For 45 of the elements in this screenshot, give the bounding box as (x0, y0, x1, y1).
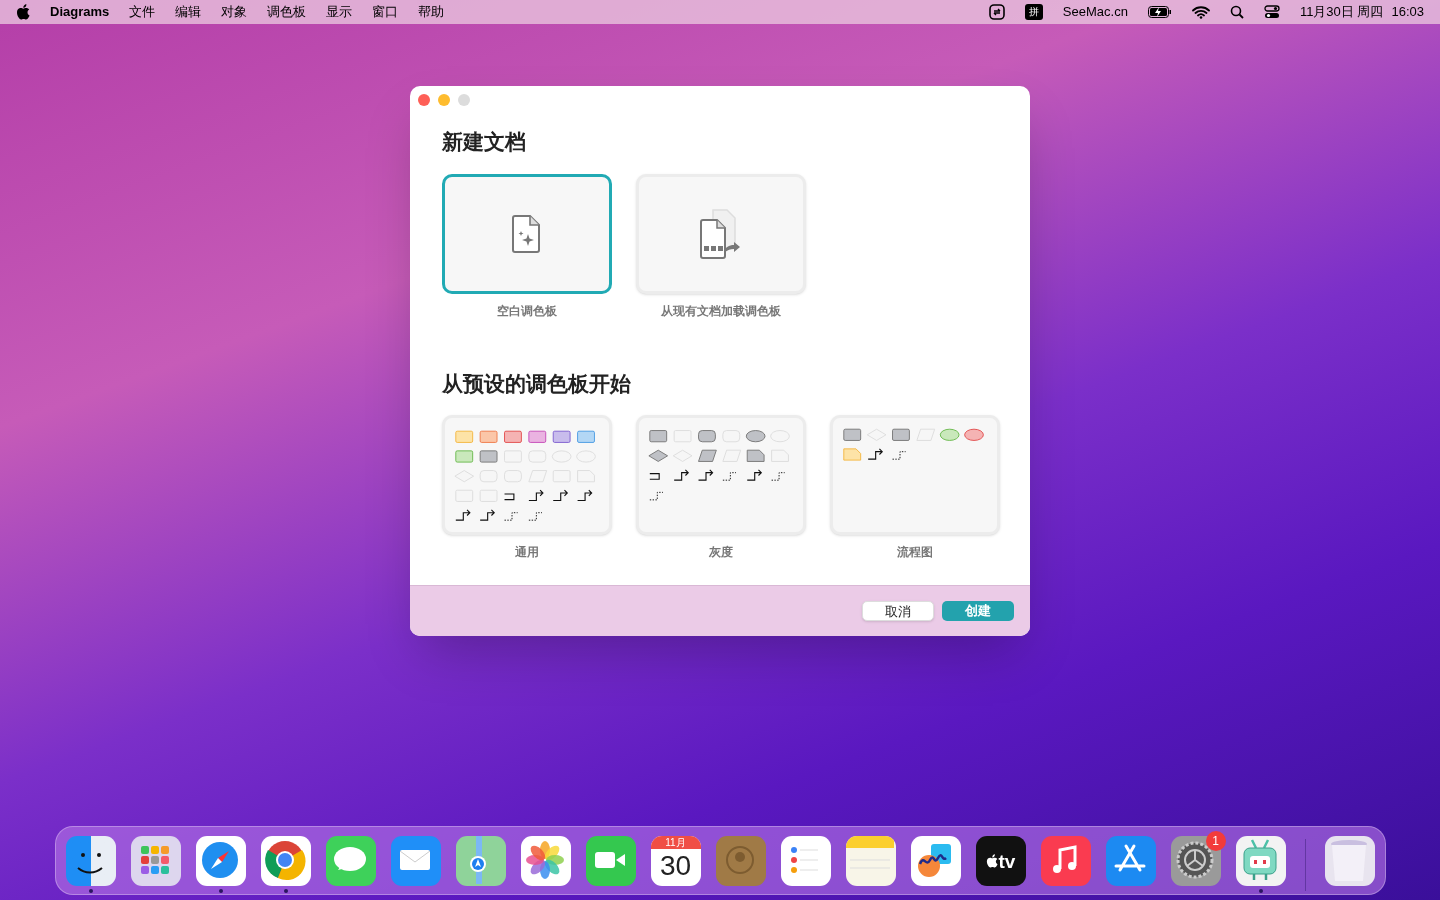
sync-status-icon[interactable] (988, 4, 1005, 20)
clock-date[interactable]: 11月30日 周四 16:03 (1299, 2, 1424, 22)
template-label: 通用 (515, 544, 539, 561)
wifi-icon[interactable] (1191, 5, 1210, 19)
dock-app-icon[interactable] (1170, 836, 1221, 886)
menu-item[interactable]: 显示 (326, 2, 353, 22)
dock-app-icon[interactable] (780, 836, 831, 886)
section-title: 从预设的调色板开始 (442, 370, 632, 397)
apple-logo-icon (985, 854, 998, 868)
menu-extra-text[interactable]: SeeMac.cn (1062, 2, 1128, 22)
calendar-day: 30 (659, 849, 692, 883)
section-title: 新建文档 (442, 129, 527, 155)
input-method-indicator[interactable]: 拼 (1024, 4, 1043, 20)
tv-label: tv (998, 851, 1016, 871)
dock-app-icon[interactable]: tv (975, 836, 1026, 886)
battery-charging-icon[interactable] (1147, 6, 1172, 18)
close-button[interactable] (418, 94, 430, 106)
calendar-month: 11月 (650, 836, 701, 849)
dock-app-icon[interactable] (1105, 836, 1156, 886)
search-icon[interactable] (1229, 5, 1244, 19)
menu-item[interactable]: 对象 (221, 2, 248, 22)
dock-app-icon[interactable] (1040, 836, 1091, 886)
template-label: 空白调色板 (497, 302, 557, 320)
template-label: 流程图 (897, 544, 933, 561)
menu-item[interactable]: 编辑 (175, 2, 202, 22)
dock-app-icon[interactable] (520, 836, 571, 886)
notification-badge: 1 (1205, 831, 1226, 851)
apple-logo-icon[interactable] (16, 4, 30, 20)
menu-item[interactable]: 帮助 (418, 2, 445, 22)
menu-item[interactable]: 文件 (129, 2, 156, 22)
template-label: 从现有文档加载调色板 (661, 302, 781, 320)
document-sparkle-icon (511, 213, 543, 254)
menu-item[interactable]: 窗口 (372, 2, 399, 22)
toggles-icon[interactable] (1263, 5, 1280, 19)
cancel-button[interactable]: 取消 (862, 601, 934, 621)
dock-app-icon[interactable] (1235, 836, 1286, 886)
template-card[interactable] (442, 173, 612, 294)
menu-item[interactable]: 调色板 (267, 2, 307, 22)
dock-app-icon[interactable] (910, 836, 961, 886)
dock-app-icon[interactable] (65, 836, 116, 886)
dock-app-icon[interactable] (585, 836, 636, 886)
dock-app-icon[interactable] (455, 836, 506, 886)
template-label: 灰度 (709, 544, 733, 561)
dock-app-icon[interactable]: 11月 30 (650, 836, 701, 886)
app-menu[interactable]: Diagrams (50, 2, 110, 22)
